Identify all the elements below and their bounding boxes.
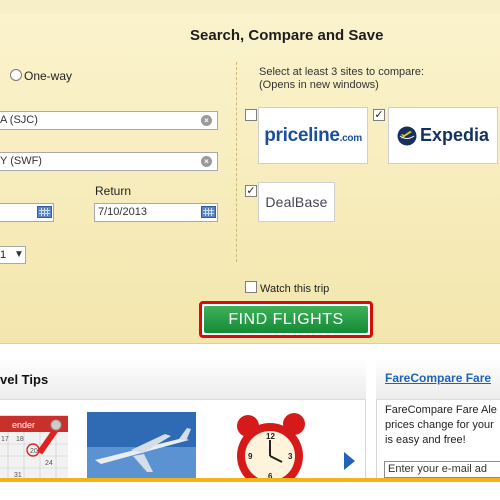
airplane-image[interactable] <box>87 412 196 482</box>
bottom-area <box>0 482 500 500</box>
email-input[interactable]: Enter your e-mail ad <box>384 461 500 478</box>
calendar-icon[interactable] <box>37 206 52 218</box>
from-airport-field[interactable]: A (SJC) <box>0 111 218 130</box>
find-flights-label: FIND FLIGHTS <box>204 306 368 333</box>
alarm-clock-image[interactable]: 12369 <box>222 412 332 482</box>
return-date-field[interactable]: 7/10/2013 <box>94 203 218 222</box>
oneway-label: One-way <box>24 69 73 83</box>
fare-alert-description: FareCompare Fare Ale prices change for y… <box>385 403 500 448</box>
dealbase-logo: DealBase <box>265 194 328 210</box>
watch-trip-checkbox[interactable] <box>245 281 257 293</box>
svg-text:3: 3 <box>288 452 293 461</box>
priceline-logo-card[interactable]: priceline.com <box>258 107 368 164</box>
panel-divider <box>236 62 237 262</box>
watch-trip-label: Watch this trip <box>260 283 330 295</box>
next-arrow-icon[interactable] <box>344 452 355 470</box>
travel-tips-header <box>0 358 366 400</box>
search-panel <box>0 14 500 344</box>
return-label: Return <box>95 184 132 198</box>
compare-instructions: Select at least 3 sites to compare: (Ope… <box>259 66 424 92</box>
to-airport-field[interactable]: Y (SWF) <box>0 152 218 171</box>
chevron-down-icon[interactable]: ▼ <box>14 246 24 264</box>
travel-tips-title: vel Tips <box>0 372 49 387</box>
fare-desc-line3: is easy and free! <box>385 434 466 446</box>
calendar-image[interactable]: ender 17 18202431 <box>0 412 68 482</box>
expedia-globe-icon <box>397 126 417 145</box>
priceline-logo: priceline.com <box>264 124 362 146</box>
expedia-checkbox[interactable]: ✓ <box>373 109 385 121</box>
svg-text:17: 17 <box>1 436 9 443</box>
svg-text:18: 18 <box>16 436 24 443</box>
compare-instructions-line1: Select at least 3 sites to compare: <box>259 66 425 78</box>
oneway-radio[interactable] <box>10 69 22 81</box>
fare-alert-title-link[interactable]: FareCompare Fare <box>385 371 491 385</box>
clear-icon[interactable]: × <box>201 115 212 126</box>
expedia-logo: Expedia <box>397 125 489 146</box>
expedia-logo-card[interactable]: Expedia <box>388 107 498 164</box>
svg-text:ender: ender <box>12 420 35 430</box>
calendar-icon[interactable] <box>201 206 216 218</box>
fare-desc-line1: FareCompare Fare Ale <box>385 404 497 416</box>
clear-icon[interactable]: × <box>201 156 212 167</box>
dealbase-logo-card[interactable]: DealBase <box>258 182 335 222</box>
svg-text:24: 24 <box>45 460 53 467</box>
svg-text:12: 12 <box>266 432 275 441</box>
find-flights-button[interactable]: FIND FLIGHTS <box>199 301 373 338</box>
top-strip <box>0 0 500 14</box>
svg-text:9: 9 <box>248 452 253 461</box>
panel-title: Search, Compare and Save <box>190 27 384 44</box>
dealbase-checkbox[interactable]: ✓ <box>245 185 257 197</box>
compare-instructions-line2: (Opens in new windows) <box>259 79 379 91</box>
priceline-checkbox[interactable] <box>245 109 257 121</box>
fare-desc-line2: prices change for your <box>385 419 494 431</box>
